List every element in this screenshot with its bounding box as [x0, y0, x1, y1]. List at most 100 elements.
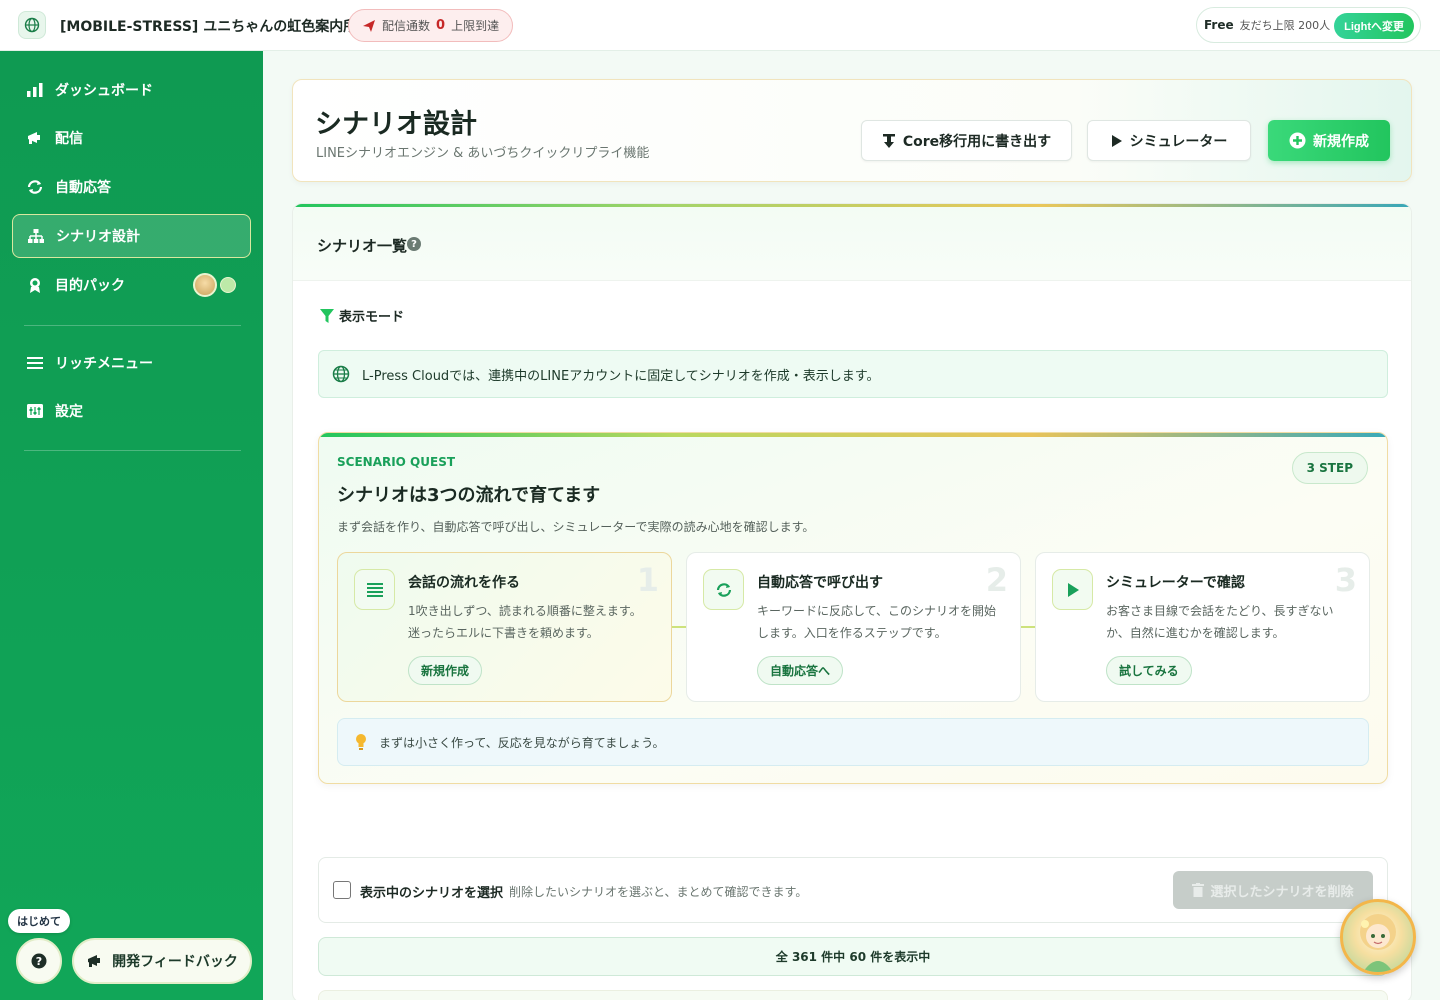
step-title: 会話の流れを作る [408, 575, 520, 591]
sidebar-item-label: リッチメニュー [55, 356, 153, 372]
page-header: シナリオ設計 LINEシナリオエンジン & あいづちクイックリプライ機能 Cor… [292, 79, 1412, 182]
select-hint: 削除したいシナリオを選ぶと、まとめて確認できます。 [509, 885, 808, 899]
step-card-1: 1 会話の流れを作る 1吹き出しずつ、読まれる順番に整えます。迷ったらエルに下書… [337, 552, 672, 702]
step-count-badge: 3 STEP [1291, 452, 1368, 484]
quest-description: まず会話を作り、自動応答で呼び出し、シミュレーターで実際の読み心地を確認します。 [337, 520, 815, 534]
scenario-table-top [318, 990, 1388, 1000]
step-title: 自動応答で呼び出す [757, 575, 883, 591]
delivery-limit-status: 上限到達 [451, 19, 500, 33]
dev-feedback-label: 開発フィードバック [112, 954, 238, 970]
sidebar-item-rich-menu[interactable]: リッチメニュー [12, 341, 251, 385]
sidebar-item-scenario[interactable]: シナリオ設計 [12, 214, 251, 258]
select-all-checkbox[interactable] [333, 881, 351, 899]
svg-text:?: ? [36, 955, 42, 968]
megaphone-icon [88, 955, 101, 967]
first-time-badge[interactable]: はじめて [8, 909, 70, 933]
info-text: L-Press Cloudでは、連携中のLINEアカウントに固定してシナリオを作… [362, 368, 880, 384]
new-scenario-button[interactable]: 新規作成 [1268, 120, 1390, 161]
display-mode-label[interactable]: 表示モード [339, 306, 404, 325]
step-number: 1 [636, 561, 659, 599]
mascot-avatar[interactable] [1340, 899, 1416, 975]
upgrade-plan-button[interactable]: Lightへ変更 [1334, 13, 1414, 39]
delivery-limit-count: 0 [436, 18, 446, 33]
sidebar-item-auto-reply[interactable]: 自動応答 [12, 165, 251, 209]
step-new-scenario-button[interactable]: 新規作成 [408, 656, 483, 685]
account-name: [MOBILE-STRESS] ユニちゃんの虹色案内所 [60, 19, 358, 35]
tip-banner: まずは小さく作って、反応を見ながら育てましょう。 [337, 718, 1369, 766]
trash-icon [1192, 883, 1205, 897]
sidebar: ダッシュボード 配信 自動応答 シナリオ設計 目的パック リッチメニュー 設定 [0, 51, 263, 1000]
menu-icon [27, 357, 43, 369]
download-icon [882, 133, 895, 148]
step-card-3: 3 シミュレーターで確認 お客さま目線で会話をたどり、長すぎないか、自然に進むか… [1035, 552, 1370, 702]
friend-limit: 友だち上限 200人 [1239, 19, 1331, 32]
export-core-button[interactable]: Core移行用に書き出す [861, 120, 1072, 161]
scenario-list-panel: シナリオ一覧 ? 表示モード L-Press Cloudでは、連携中のLINEア… [292, 203, 1412, 1000]
select-all-label[interactable]: 表示中のシナリオを選択 [360, 882, 503, 901]
divider [24, 325, 241, 326]
step-card-2: 2 自動応答で呼び出す キーワードに反応して、このシナリオを開始します。入口を作… [686, 552, 1021, 702]
sync-icon [703, 569, 744, 610]
play-icon [1052, 569, 1093, 610]
globe-icon [332, 365, 350, 383]
question-circle-icon: ? [31, 953, 47, 969]
step-number: 2 [985, 561, 1008, 599]
award-icon [30, 278, 40, 293]
page-subtitle: LINEシナリオエンジン & あいづちクイックリプライ機能 [316, 146, 650, 161]
step-try-button[interactable]: 試してみる [1106, 656, 1192, 685]
page-title: シナリオ設計 [315, 109, 477, 140]
plus-circle-icon [1289, 132, 1306, 149]
play-icon [1111, 134, 1122, 147]
globe-logo-icon[interactable] [18, 11, 46, 39]
simulator-label: シミュレーター [1129, 133, 1228, 150]
sidebar-item-label: 目的パック [55, 278, 125, 294]
paper-plane-icon [363, 19, 375, 32]
lightbulb-icon [356, 734, 366, 750]
megaphone-icon [28, 132, 40, 144]
result-count: 全 361 件中 60 件を表示中 [318, 937, 1388, 976]
avatar [220, 277, 236, 293]
list-icon [354, 569, 395, 610]
top-bar: [MOBILE-STRESS] ユニちゃんの虹色案内所 配信通数 0 上限到達 … [0, 0, 1440, 51]
sidebar-item-label: 配信 [55, 131, 83, 147]
sidebar-item-label: 自動応答 [55, 180, 111, 196]
sync-icon [27, 180, 43, 194]
step-number: 3 [1334, 561, 1357, 599]
sidebar-item-broadcast[interactable]: 配信 [12, 116, 251, 160]
list-header: シナリオ一覧 ? [293, 207, 1411, 281]
step-description: 1吹き出しずつ、読まれる順番に整えます。迷ったらエルに下書きを頼めます。 [408, 604, 642, 640]
sidebar-item-settings[interactable]: 設定 [12, 389, 251, 433]
dev-feedback-button[interactable]: 開発フィードバック [72, 938, 252, 984]
export-core-label: Core移行用に書き出す [902, 133, 1052, 150]
delivery-limit-label: 配信通数 [382, 19, 431, 33]
delete-selected-button[interactable]: 選択したシナリオを削除 [1173, 871, 1373, 909]
sidebar-item-dashboard[interactable]: ダッシュボード [12, 68, 251, 112]
step-auto-reply-button[interactable]: 自動応答へ [757, 656, 844, 685]
avatar [193, 273, 217, 297]
new-scenario-label: 新規作成 [1313, 133, 1369, 150]
sidebar-item-label: 設定 [55, 404, 83, 420]
tip-text: まずは小さく作って、反応を見ながら育てましょう。 [379, 735, 665, 750]
scenario-quest-card: SCENARIO QUEST シナリオは3つの流れで育てます まず会話を作り、自… [318, 432, 1388, 784]
sitemap-icon [28, 229, 44, 243]
plan-name: Free [1204, 18, 1234, 32]
step-description: キーワードに反応して、このシナリオを開始します。入口を作るステップです。 [757, 604, 997, 640]
filter-icon [320, 309, 334, 323]
list-title: シナリオ一覧 [317, 237, 408, 255]
bar-chart-icon [27, 83, 43, 97]
quest-title: シナリオは3つの流れで育てます [337, 485, 601, 506]
delete-selected-label: 選択したシナリオを削除 [1210, 883, 1354, 899]
simulator-button[interactable]: シミュレーター [1087, 120, 1251, 161]
step-title: シミュレーターで確認 [1106, 575, 1245, 591]
sidebar-item-label: シナリオ設計 [56, 229, 140, 245]
plan-pill: Free 友だち上限 200人 Lightへ変更 [1196, 7, 1421, 43]
step-description: お客さま目線で会話をたどり、長すぎないか、自然に進むかを確認します。 [1106, 604, 1334, 640]
sidebar-item-label: ダッシュボード [55, 83, 153, 99]
quest-eyebrow: SCENARIO QUEST [337, 455, 456, 469]
settings-icon [27, 404, 43, 418]
info-banner: L-Press Cloudでは、連携中のLINEアカウントに固定してシナリオを作… [318, 350, 1388, 398]
bulk-select-bar: 表示中のシナリオを選択 削除したいシナリオを選ぶと、まとめて確認できます。 選択… [318, 857, 1388, 923]
help-icon[interactable]: ? [407, 237, 421, 251]
delivery-limit-badge[interactable]: 配信通数 0 上限到達 [348, 9, 514, 42]
help-button[interactable]: ? [16, 938, 62, 984]
